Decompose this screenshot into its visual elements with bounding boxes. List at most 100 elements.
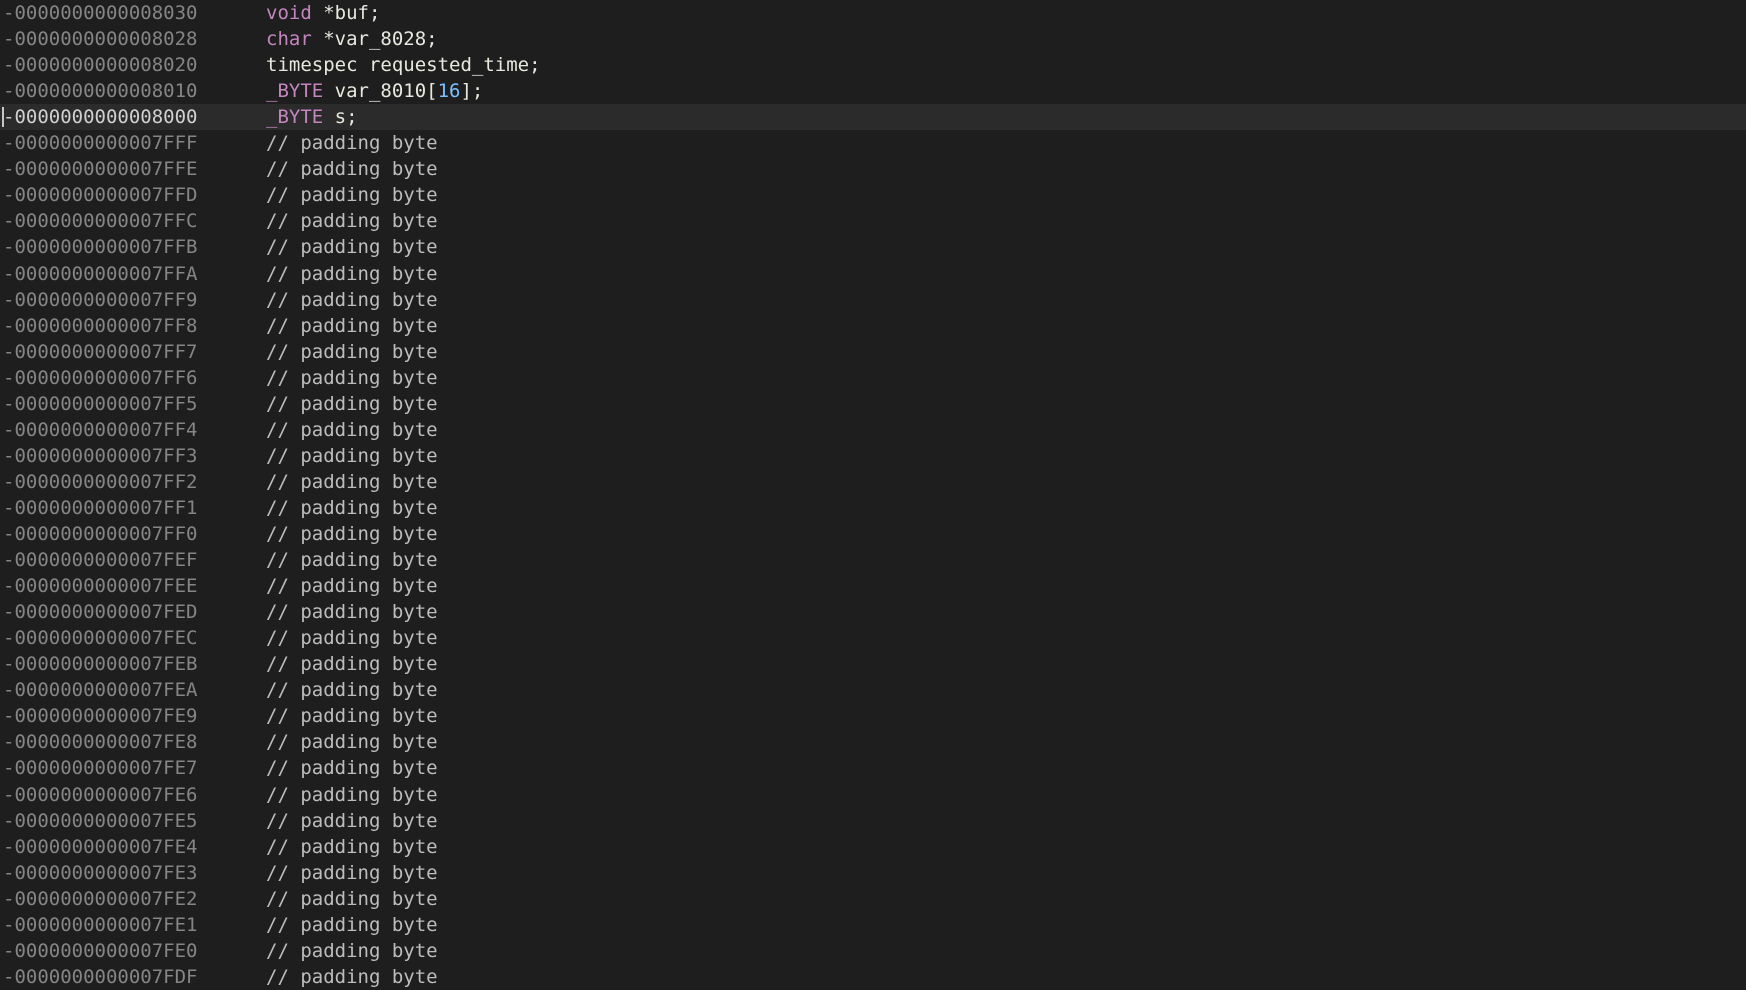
declaration[interactable]: // padding byte xyxy=(266,547,438,573)
padding-row[interactable]: -0000000000007FFE // padding byte xyxy=(0,156,1746,182)
padding-row[interactable]: -0000000000007FF9 // padding byte xyxy=(0,287,1746,313)
stack-frame-view[interactable]: -0000000000008030 void *buf; -000000000000… xyxy=(0,0,1746,988)
padding-row[interactable]: -0000000000007FE7 // padding byte xyxy=(0,755,1746,781)
declaration[interactable]: // padding byte xyxy=(266,886,438,912)
declaration[interactable]: // padding byte xyxy=(266,860,438,886)
declaration[interactable]: // padding byte xyxy=(266,156,438,182)
declaration[interactable]: timespec requested_time; xyxy=(266,52,541,78)
stack-variable-row[interactable]: -0000000000008030 void *buf; xyxy=(0,0,1746,26)
declaration[interactable]: // padding byte xyxy=(266,521,438,547)
stack-offset: -0000000000007FF5 xyxy=(3,392,198,415)
declaration[interactable]: // padding byte xyxy=(266,339,438,365)
stack-variable-row[interactable]: -0000000000008000 _BYTE s; xyxy=(0,104,1746,131)
padding-row[interactable]: -0000000000007FEB // padding byte xyxy=(0,651,1746,677)
padding-row[interactable]: -0000000000007FE3 // padding byte xyxy=(0,860,1746,886)
declaration[interactable]: // padding byte xyxy=(266,599,438,625)
declaration[interactable]: // padding byte xyxy=(266,782,438,808)
variable-type: void xyxy=(266,2,312,24)
padding-row[interactable]: -0000000000007FF4 // padding byte xyxy=(0,417,1746,443)
declaration[interactable]: _BYTE var_8010[16]; xyxy=(266,78,483,104)
stack-offset: -0000000000007FEB xyxy=(3,653,198,676)
padding-row[interactable]: -0000000000007FE0 // padding byte xyxy=(0,938,1746,964)
declaration[interactable]: // padding byte xyxy=(266,755,438,781)
declaration[interactable]: // padding byte xyxy=(266,625,438,651)
declaration[interactable]: // padding byte xyxy=(266,417,438,443)
declaration[interactable]: void *buf; xyxy=(266,0,380,26)
declaration[interactable]: // padding byte xyxy=(266,573,438,599)
declaration[interactable]: // padding byte xyxy=(266,234,438,260)
padding-row[interactable]: -0000000000007FF6 // padding byte xyxy=(0,365,1746,391)
padding-row[interactable]: -0000000000007FE6 // padding byte xyxy=(0,782,1746,808)
padding-comment: // padding byte xyxy=(266,158,438,181)
stack-offset: -0000000000007FFC xyxy=(3,210,198,233)
declaration[interactable]: // padding byte xyxy=(266,729,438,755)
declaration[interactable]: // padding byte xyxy=(266,443,438,469)
variable-name: s; xyxy=(323,106,358,129)
padding-row[interactable]: -0000000000007FFB // padding byte xyxy=(0,234,1746,260)
stack-offset: -0000000000007FF2 xyxy=(3,470,198,493)
declaration[interactable]: // padding byte xyxy=(266,469,438,495)
padding-row[interactable]: -0000000000007FDF // padding byte xyxy=(0,964,1746,990)
stack-offset: -0000000000007FE8 xyxy=(3,731,198,754)
padding-row[interactable]: -0000000000007FFC // padding byte xyxy=(0,208,1746,234)
stack-offset: -0000000000007FE3 xyxy=(3,861,198,884)
padding-row[interactable]: -0000000000007FED // padding byte xyxy=(0,599,1746,625)
stack-variable-row[interactable]: -0000000000008010 _BYTE var_8010[16]; xyxy=(0,78,1746,104)
padding-comment: // padding byte xyxy=(266,470,438,493)
padding-row[interactable]: -0000000000007FE9 // padding byte xyxy=(0,703,1746,729)
stack-variable-row[interactable]: -0000000000008028 char *var_8028; xyxy=(0,26,1746,52)
padding-row[interactable]: -0000000000007FFF // padding byte xyxy=(0,130,1746,156)
declaration[interactable]: // padding byte xyxy=(266,938,438,964)
stack-offset: -0000000000007FE0 xyxy=(3,939,198,962)
declaration[interactable]: // padding byte xyxy=(266,808,438,834)
padding-comment: // padding byte xyxy=(266,314,438,337)
declaration[interactable]: // padding byte xyxy=(266,182,438,208)
declaration[interactable]: // padding byte xyxy=(266,651,438,677)
padding-row[interactable]: -0000000000007FF7 // padding byte xyxy=(0,339,1746,365)
padding-row[interactable]: -0000000000007FEF // padding byte xyxy=(0,547,1746,573)
stack-offset: -0000000000007FF3 xyxy=(3,444,198,467)
padding-row[interactable]: -0000000000007FF0 // padding byte xyxy=(0,521,1746,547)
padding-row[interactable]: -0000000000007FF5 // padding byte xyxy=(0,391,1746,417)
declaration[interactable]: // padding byte xyxy=(266,365,438,391)
padding-row[interactable]: -0000000000007FF3 // padding byte xyxy=(0,443,1746,469)
declaration[interactable]: // padding byte xyxy=(266,912,438,938)
variable-name: var_8010[ xyxy=(323,80,438,103)
padding-row[interactable]: -0000000000007FEA // padding byte xyxy=(0,677,1746,703)
padding-row[interactable]: -0000000000007FFD // padding byte xyxy=(0,182,1746,208)
declaration[interactable]: // padding byte xyxy=(266,834,438,860)
stack-variable-row[interactable]: -0000000000008020 timespec requested_time… xyxy=(0,52,1746,78)
stack-offset: -0000000000007FFF xyxy=(3,132,198,155)
stack-offset: -0000000000007FE1 xyxy=(3,913,198,936)
declaration[interactable]: // padding byte xyxy=(266,287,438,313)
variable-type: _BYTE xyxy=(266,106,324,129)
declaration[interactable]: _BYTE s; xyxy=(266,104,358,130)
declaration[interactable]: // padding byte xyxy=(266,391,438,417)
padding-row[interactable]: -0000000000007FE8 // padding byte xyxy=(0,729,1746,755)
declaration[interactable]: // padding byte xyxy=(266,677,438,703)
declaration[interactable]: // padding byte xyxy=(266,208,438,234)
stack-offset: -0000000000007FEE xyxy=(3,575,198,598)
declaration[interactable]: // padding byte xyxy=(266,261,438,287)
declaration[interactable]: // padding byte xyxy=(266,313,438,339)
padding-row[interactable]: -0000000000007FEE // padding byte xyxy=(0,573,1746,599)
padding-row[interactable]: -0000000000007FE5 // padding byte xyxy=(0,808,1746,834)
declaration[interactable]: // padding byte xyxy=(266,495,438,521)
stack-offset: -0000000000007FE4 xyxy=(3,835,198,858)
variable-name: *buf; xyxy=(311,2,381,24)
padding-row[interactable]: -0000000000007FEC // padding byte xyxy=(0,625,1746,651)
padding-row[interactable]: -0000000000007FF1 // padding byte xyxy=(0,495,1746,521)
declaration[interactable]: // padding byte xyxy=(266,130,438,156)
padding-comment: // padding byte xyxy=(266,835,438,858)
padding-row[interactable]: -0000000000007FFA // padding byte xyxy=(0,261,1746,287)
padding-row[interactable]: -0000000000007FE4 // padding byte xyxy=(0,834,1746,860)
padding-row[interactable]: -0000000000007FF8 // padding byte xyxy=(0,313,1746,339)
padding-row[interactable]: -0000000000007FF2 // padding byte xyxy=(0,469,1746,495)
stack-offset: -0000000000007FEC xyxy=(3,627,198,650)
declaration[interactable]: // padding byte xyxy=(266,964,438,990)
padding-comment: // padding byte xyxy=(266,418,438,441)
padding-row[interactable]: -0000000000007FE1 // padding byte xyxy=(0,912,1746,938)
padding-row[interactable]: -0000000000007FE2 // padding byte xyxy=(0,886,1746,912)
declaration[interactable]: // padding byte xyxy=(266,703,438,729)
declaration[interactable]: char *var_8028; xyxy=(266,26,438,52)
